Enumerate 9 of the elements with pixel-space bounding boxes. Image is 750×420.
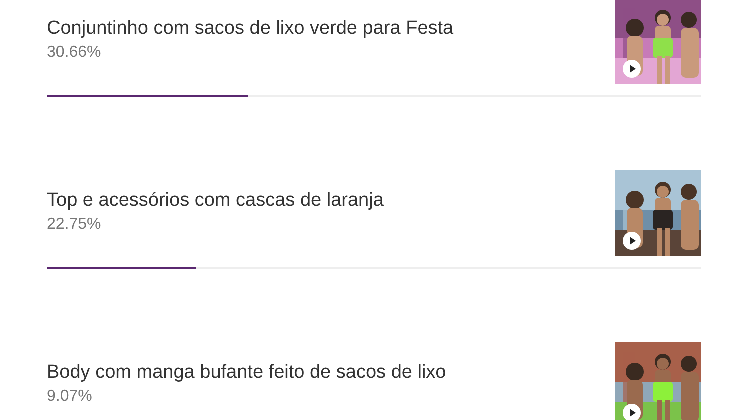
play-icon[interactable] bbox=[623, 404, 641, 420]
play-icon[interactable] bbox=[623, 60, 641, 78]
option-title: Top e acessórios com cascas de laranja bbox=[47, 190, 384, 212]
vote-percentage: 22.75% bbox=[47, 215, 102, 235]
option-title: Conjuntinho com sacos de lixo verde para Festa bbox=[47, 18, 454, 40]
option-title: Body com manga bufante feito de sacos de lixo bbox=[47, 362, 446, 384]
play-icon[interactable] bbox=[623, 232, 641, 250]
vote-percentage: 30.66% bbox=[47, 43, 102, 63]
vote-percentage: 9.07% bbox=[47, 387, 94, 407]
